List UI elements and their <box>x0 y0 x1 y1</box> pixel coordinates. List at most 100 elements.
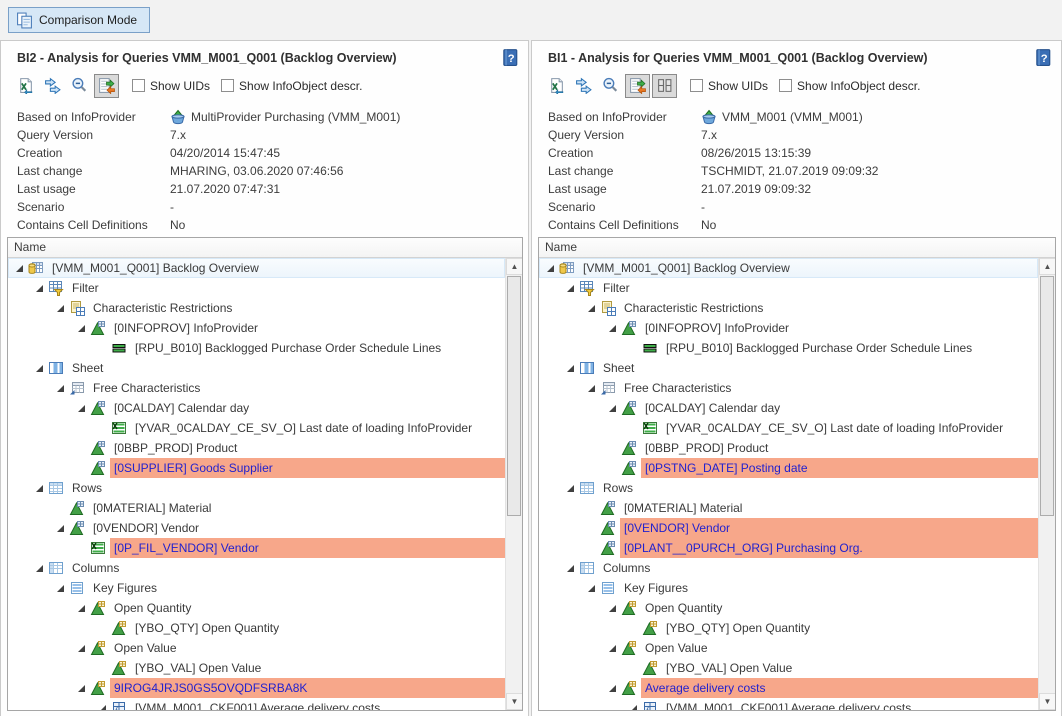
expander-icon[interactable] <box>587 584 596 593</box>
show-uids-checkbox[interactable]: Show UIDs <box>132 79 210 93</box>
scroll-up-button[interactable]: ▲ <box>1039 258 1056 275</box>
tree-row[interactable]: Characteristic Restrictions <box>8 298 505 318</box>
tree-row[interactable]: [0PLANT__0PURCH_ORG] Purchasing Org. <box>539 538 1038 558</box>
tree-row[interactable]: [YVAR_0CALDAY_CE_SV_O] Last date of load… <box>539 418 1038 438</box>
tree-row[interactable]: Free Characteristics <box>539 378 1038 398</box>
checkbox-box[interactable] <box>690 79 703 92</box>
transport-button[interactable] <box>40 74 65 98</box>
tree-row[interactable]: [0P_FIL_VENDOR] Vendor <box>8 538 505 558</box>
scroll-thumb[interactable] <box>1040 276 1054 516</box>
expander-icon[interactable] <box>566 364 575 373</box>
tree-row[interactable]: [0PSTNG_DATE] Posting date <box>539 458 1038 478</box>
tree-row[interactable]: 9IROG4JRJS0GS5OVQDFSRBA8K <box>8 678 505 698</box>
tree-row[interactable]: Free Characteristics <box>8 378 505 398</box>
expander-icon[interactable] <box>608 324 617 333</box>
tree-row[interactable]: [0INFOPROV] InfoProvider <box>539 318 1038 338</box>
tree-row[interactable]: [YBO_QTY] Open Quantity <box>8 618 505 638</box>
tree-row[interactable]: [0BBP_PROD] Product <box>539 438 1038 458</box>
tree-row[interactable]: Open Value <box>8 638 505 658</box>
expander-icon[interactable] <box>35 564 44 573</box>
scroll-up-button[interactable]: ▲ <box>506 258 523 275</box>
vertical-scrollbar[interactable]: ▲▼ <box>505 258 522 710</box>
tree-row[interactable]: [0MATERIAL] Material <box>8 498 505 518</box>
expander-icon[interactable] <box>77 644 86 653</box>
tree-row[interactable]: Columns <box>8 558 505 578</box>
tree-row[interactable]: Filter <box>8 278 505 298</box>
expander-icon[interactable] <box>566 564 575 573</box>
expander-icon[interactable] <box>15 264 24 273</box>
checkbox-box[interactable] <box>221 79 234 92</box>
expander-icon[interactable] <box>56 524 65 533</box>
expander-icon[interactable] <box>608 604 617 613</box>
grid-view-button[interactable] <box>652 74 677 98</box>
vertical-scrollbar[interactable]: ▲▼ <box>1038 258 1055 710</box>
tree-row[interactable]: [0SUPPLIER] Goods Supplier <box>8 458 505 478</box>
show-infoobject-descr-checkbox[interactable]: Show InfoObject descr. <box>779 79 920 93</box>
expander-icon[interactable] <box>546 264 555 273</box>
tree-row[interactable]: Key Figures <box>8 578 505 598</box>
expander-icon[interactable] <box>98 704 107 711</box>
expander-icon[interactable] <box>77 684 86 693</box>
scroll-thumb[interactable] <box>507 276 521 516</box>
tree-row[interactable]: [0CALDAY] Calendar day <box>8 398 505 418</box>
tree-row[interactable]: [VMM_M001_Q001] Backlog Overview <box>539 258 1038 278</box>
expander-icon[interactable] <box>35 364 44 373</box>
tree-row[interactable]: Open Quantity <box>539 598 1038 618</box>
tree-row[interactable]: Sheet <box>8 358 505 378</box>
help-icon[interactable]: ? <box>1034 48 1052 67</box>
zoom-out-button[interactable] <box>598 74 623 98</box>
show-uids-checkbox[interactable]: Show UIDs <box>690 79 768 93</box>
compare-queries-button[interactable] <box>94 74 119 98</box>
expander-icon[interactable] <box>587 384 596 393</box>
tree-row[interactable]: Columns <box>539 558 1038 578</box>
tree-row[interactable]: Open Quantity <box>8 598 505 618</box>
help-icon[interactable]: ? <box>501 48 519 67</box>
tree-row[interactable]: [0BBP_PROD] Product <box>8 438 505 458</box>
tree-row[interactable]: Average delivery costs <box>539 678 1038 698</box>
comparison-mode-button[interactable]: Comparison Mode <box>8 7 150 33</box>
tree-row[interactable]: [YBO_VAL] Open Value <box>8 658 505 678</box>
expander-icon[interactable] <box>35 284 44 293</box>
scroll-down-button[interactable]: ▼ <box>1039 693 1056 710</box>
tree-column-header[interactable]: Name <box>8 238 522 258</box>
expander-icon[interactable] <box>608 404 617 413</box>
tree-row[interactable]: Filter <box>539 278 1038 298</box>
compare-queries-button[interactable] <box>625 74 650 98</box>
tree-row[interactable]: Rows <box>8 478 505 498</box>
expander-icon[interactable] <box>77 404 86 413</box>
tree-row[interactable]: [YBO_VAL] Open Value <box>539 658 1038 678</box>
tree-row[interactable]: [VMM_M001_Q001] Backlog Overview <box>8 258 505 278</box>
scroll-down-button[interactable]: ▼ <box>506 693 523 710</box>
tree-row[interactable]: f[VMM_M001_CKF001] Average delivery cost… <box>8 698 505 710</box>
expander-icon[interactable] <box>56 384 65 393</box>
expander-icon[interactable] <box>608 684 617 693</box>
tree-row[interactable]: [0VENDOR] Vendor <box>539 518 1038 538</box>
tree-row[interactable]: [RPU_B010] Backlogged Purchase Order Sch… <box>8 338 505 358</box>
expander-icon[interactable] <box>77 604 86 613</box>
tree-row[interactable]: Key Figures <box>539 578 1038 598</box>
tree-row[interactable]: [YBO_QTY] Open Quantity <box>539 618 1038 638</box>
expander-icon[interactable] <box>56 584 65 593</box>
tree-row[interactable]: [0MATERIAL] Material <box>539 498 1038 518</box>
zoom-out-button[interactable] <box>67 74 92 98</box>
checkbox-box[interactable] <box>779 79 792 92</box>
tree-row[interactable]: Open Value <box>539 638 1038 658</box>
expander-icon[interactable] <box>566 484 575 493</box>
expander-icon[interactable] <box>566 284 575 293</box>
tree-row[interactable]: Characteristic Restrictions <box>539 298 1038 318</box>
expander-icon[interactable] <box>608 644 617 653</box>
tree-row[interactable]: Rows <box>539 478 1038 498</box>
tree-row[interactable]: [0CALDAY] Calendar day <box>539 398 1038 418</box>
show-infoobject-descr-checkbox[interactable]: Show InfoObject descr. <box>221 79 362 93</box>
tree-column-header[interactable]: Name <box>539 238 1055 258</box>
expander-icon[interactable] <box>56 304 65 313</box>
export-excel-button[interactable] <box>544 74 569 98</box>
export-excel-button[interactable] <box>13 74 38 98</box>
expander-icon[interactable] <box>35 484 44 493</box>
tree-row[interactable]: [RPU_B010] Backlogged Purchase Order Sch… <box>539 338 1038 358</box>
expander-icon[interactable] <box>77 324 86 333</box>
tree-row[interactable]: Sheet <box>539 358 1038 378</box>
expander-icon[interactable] <box>587 304 596 313</box>
tree-row[interactable]: [YVAR_0CALDAY_CE_SV_O] Last date of load… <box>8 418 505 438</box>
tree-row[interactable]: [0INFOPROV] InfoProvider <box>8 318 505 338</box>
